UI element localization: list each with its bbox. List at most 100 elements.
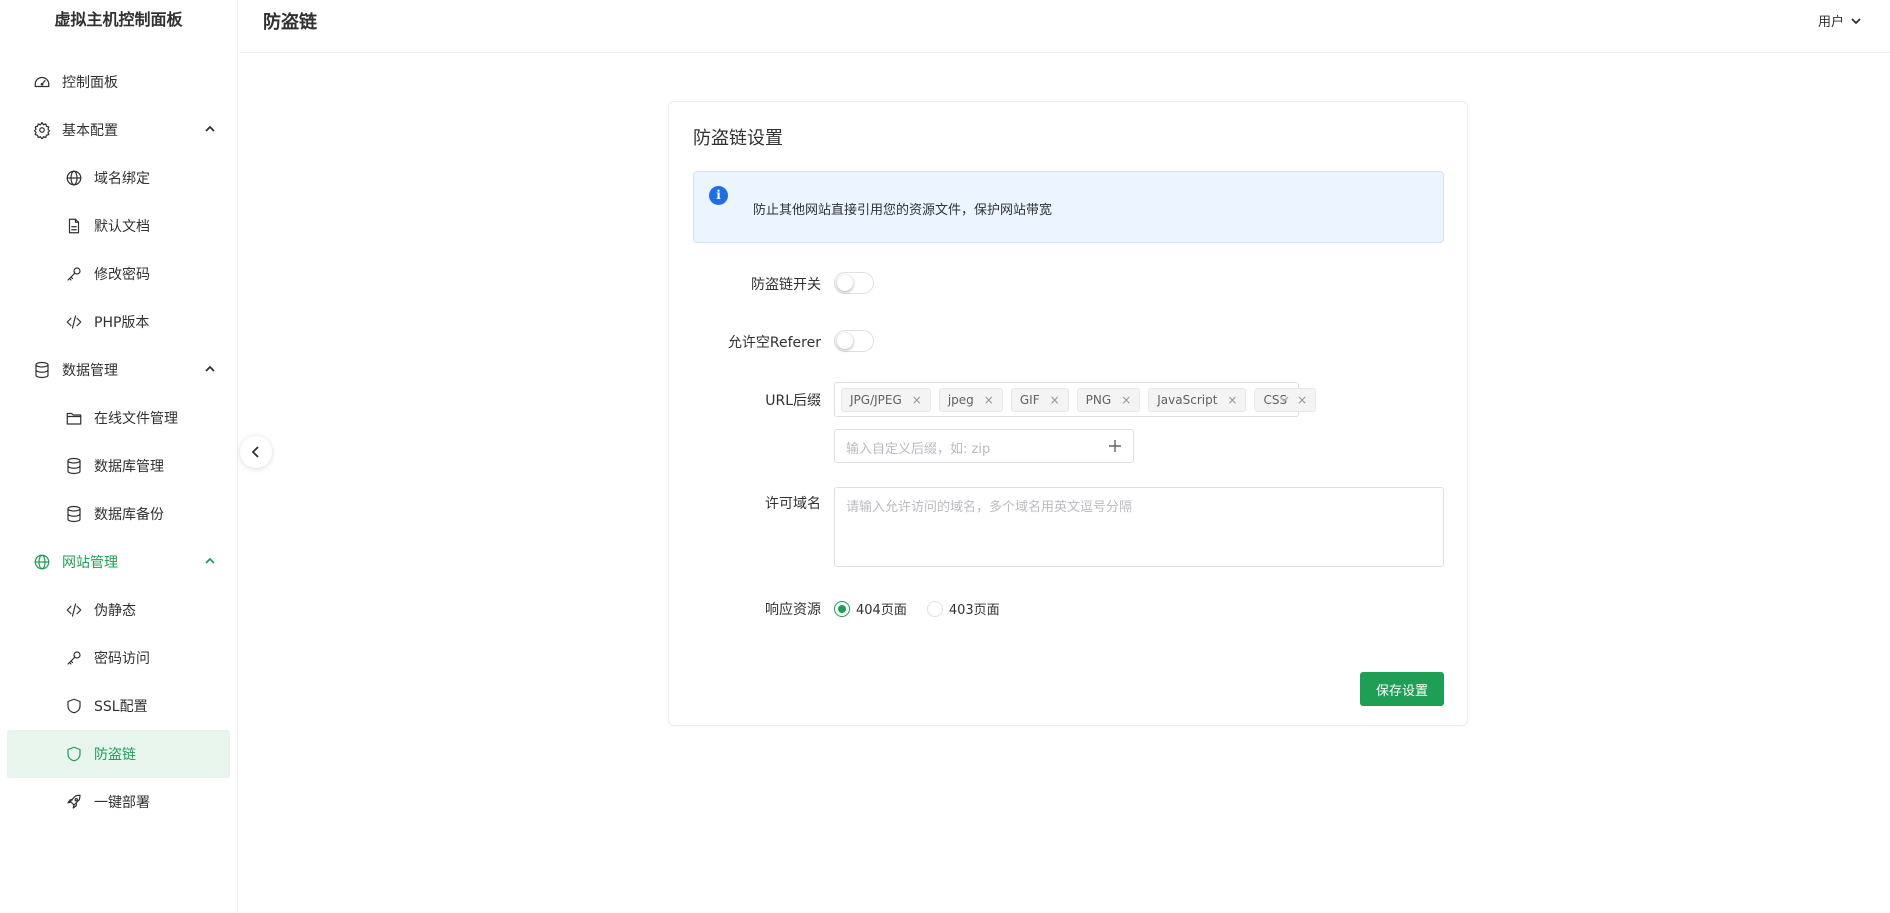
custom-suffix-input[interactable]: 输入自定义后缀，如: zip xyxy=(834,429,1134,463)
sidebar-item-label: 域名绑定 xyxy=(94,171,150,187)
sidebar-item-file-manager[interactable]: 在线文件管理 xyxy=(0,394,237,442)
sidebar-item-php-version[interactable]: PHP版本 xyxy=(0,298,237,346)
shield-icon xyxy=(64,696,84,716)
sidebar-item-label: 防盗链 xyxy=(94,747,136,763)
database-icon xyxy=(64,456,84,476)
sidebar-item-site-management[interactable]: 网站管理 xyxy=(0,538,237,586)
collapse-sidebar-button[interactable] xyxy=(240,436,272,468)
sidebar-item-label: 网站管理 xyxy=(62,555,118,571)
sidebar-item-label: 数据管理 xyxy=(62,363,118,379)
empty-referer-switch[interactable] xyxy=(834,330,874,352)
sidebar-item-label: 默认文档 xyxy=(94,219,150,235)
response-resource-label: 响应资源 xyxy=(765,602,821,618)
database-icon xyxy=(32,360,52,380)
key-icon xyxy=(64,264,84,284)
chevron-up-icon xyxy=(203,362,217,376)
card-title: 防盗链设置 xyxy=(693,128,783,149)
sidebar-item-hotlink-protection[interactable]: 防盗链 xyxy=(7,730,230,778)
radio-403[interactable]: 403页面 xyxy=(926,599,1000,618)
hotlink-switch[interactable] xyxy=(834,272,874,294)
custom-suffix-placeholder: 输入自定义后缀，如: zip xyxy=(846,442,991,457)
chevron-down-icon xyxy=(1278,393,1290,405)
dashboard-icon xyxy=(32,72,52,92)
user-menu-label: 用户 xyxy=(1817,15,1844,30)
sidebar-item-label: 控制面板 xyxy=(62,75,118,91)
sidebar-item-data-management[interactable]: 数据管理 xyxy=(0,346,237,394)
sidebar-item-default-document[interactable]: 默认文档 xyxy=(0,202,237,250)
chevron-up-icon xyxy=(203,122,217,136)
sidebar-item-label: SSL配置 xyxy=(94,699,148,715)
suffix-tag-label: jpeg xyxy=(947,392,974,407)
suffix-tag-label: JPG/JPEG xyxy=(850,392,902,407)
suffix-tag-label: PNG xyxy=(1085,392,1112,407)
info-alert-text: 防止其他网站直接引用您的资源文件，保护网站带宽 xyxy=(753,203,1053,218)
code-icon xyxy=(64,600,84,620)
response-radio-group: 404页面 403页面 xyxy=(834,599,1020,618)
sidebar-item-label: 基本配置 xyxy=(62,123,118,139)
sidebar-item-label: 数据库备份 xyxy=(94,507,164,523)
switch-knob xyxy=(837,275,853,291)
suffix-tag-label: JavaScript xyxy=(1157,392,1218,407)
close-icon[interactable]: × xyxy=(984,393,994,407)
code-icon xyxy=(64,312,84,332)
globe-icon xyxy=(64,168,84,188)
chevron-down-icon xyxy=(1851,17,1861,24)
info-icon: i xyxy=(709,186,728,205)
url-suffix-select[interactable]: JPG/JPEG × jpeg × GIF × PNG × JavaScript × CS… xyxy=(834,382,1317,417)
sidebar-item-label: 在线文件管理 xyxy=(94,411,178,427)
close-icon[interactable]: × xyxy=(1050,393,1060,407)
allowed-domain-label: 许可域名 xyxy=(765,496,821,512)
globe-icon xyxy=(32,552,52,572)
folder-icon xyxy=(64,408,84,428)
suffix-tag: jpeg × xyxy=(938,387,1003,412)
sidebar-item-database-management[interactable]: 数据库管理 xyxy=(0,442,237,490)
close-icon[interactable]: × xyxy=(1297,393,1307,407)
sidebar-item-password-access[interactable]: 密码访问 xyxy=(0,634,237,682)
sidebar-item-change-password[interactable]: 修改密码 xyxy=(0,250,237,298)
close-icon[interactable]: × xyxy=(912,393,922,407)
sidebar-item-label: PHP版本 xyxy=(94,315,150,331)
database-icon xyxy=(64,504,84,524)
suffix-tag: PNG × xyxy=(1076,387,1141,412)
sidebar-item-database-backup[interactable]: 数据库备份 xyxy=(0,490,237,538)
suffix-tag-label: GIF xyxy=(1019,392,1040,407)
suffix-tag: GIF × xyxy=(1010,387,1069,412)
top-header: 防盗链 用户 xyxy=(239,0,1890,53)
sidebar-item-domain-binding[interactable]: 域名绑定 xyxy=(0,154,237,202)
close-icon[interactable]: × xyxy=(1227,393,1237,407)
rocket-icon xyxy=(64,792,84,812)
brand-title: 虚拟主机控制面板 xyxy=(54,10,183,29)
sidebar-item-ssl-config[interactable]: SSL配置 xyxy=(0,682,237,730)
close-icon[interactable]: × xyxy=(1121,393,1131,407)
key-icon xyxy=(64,648,84,668)
radio-label: 404页面 xyxy=(856,603,907,618)
sidebar: 虚拟主机控制面板 控制面板 基本配置 域名绑定 默认文档 修改密码 PHP版本 xyxy=(0,0,238,913)
empty-referer-label: 允许空Referer xyxy=(727,335,821,351)
sidebar-item-dashboard[interactable]: 控制面板 xyxy=(0,58,237,106)
chevron-left-icon xyxy=(251,446,259,458)
suffix-tag: JavaScript × xyxy=(1148,387,1247,412)
radio-label: 403页面 xyxy=(948,603,1000,618)
save-settings-button[interactable]: 保存设置 xyxy=(1360,672,1444,706)
sidebar-item-one-click-deploy[interactable]: 一键部署 xyxy=(0,778,237,826)
suffix-tag: JPG/JPEG × xyxy=(841,387,931,412)
url-suffix-label: URL后缀 xyxy=(765,393,821,409)
switch-knob xyxy=(837,333,853,349)
radio-dot xyxy=(834,600,850,617)
radio-404[interactable]: 404页面 xyxy=(834,599,907,618)
user-menu[interactable]: 用户 xyxy=(1818,11,1862,30)
sidebar-item-basic-config[interactable]: 基本配置 xyxy=(0,106,237,154)
allowed-domain-textarea[interactable]: 请输入允许访问的域名，多个域名用英文逗号分隔 xyxy=(834,487,1444,567)
info-alert: i 防止其他网站直接引用您的资源文件，保护网站带宽 xyxy=(693,171,1444,243)
sidebar-menu: 控制面板 基本配置 域名绑定 默认文档 修改密码 PHP版本 数据管理 在线文件… xyxy=(0,40,237,826)
sidebar-item-label: 伪静态 xyxy=(94,603,136,619)
radio-dot xyxy=(926,600,943,617)
gear-icon xyxy=(32,120,52,140)
sidebar-item-label: 密码访问 xyxy=(94,651,150,667)
allowed-domain-placeholder: 请输入允许访问的域名，多个域名用英文逗号分隔 xyxy=(846,500,1133,515)
hotlink-settings-card: 防盗链设置 i 防止其他网站直接引用您的资源文件，保护网站带宽 防盗链开关 允许… xyxy=(668,101,1468,726)
sidebar-item-rewrite[interactable]: 伪静态 xyxy=(0,586,237,634)
hotlink-switch-label: 防盗链开关 xyxy=(751,277,821,293)
sidebar-item-label: 数据库管理 xyxy=(94,459,164,475)
plus-icon[interactable] xyxy=(1107,438,1123,454)
